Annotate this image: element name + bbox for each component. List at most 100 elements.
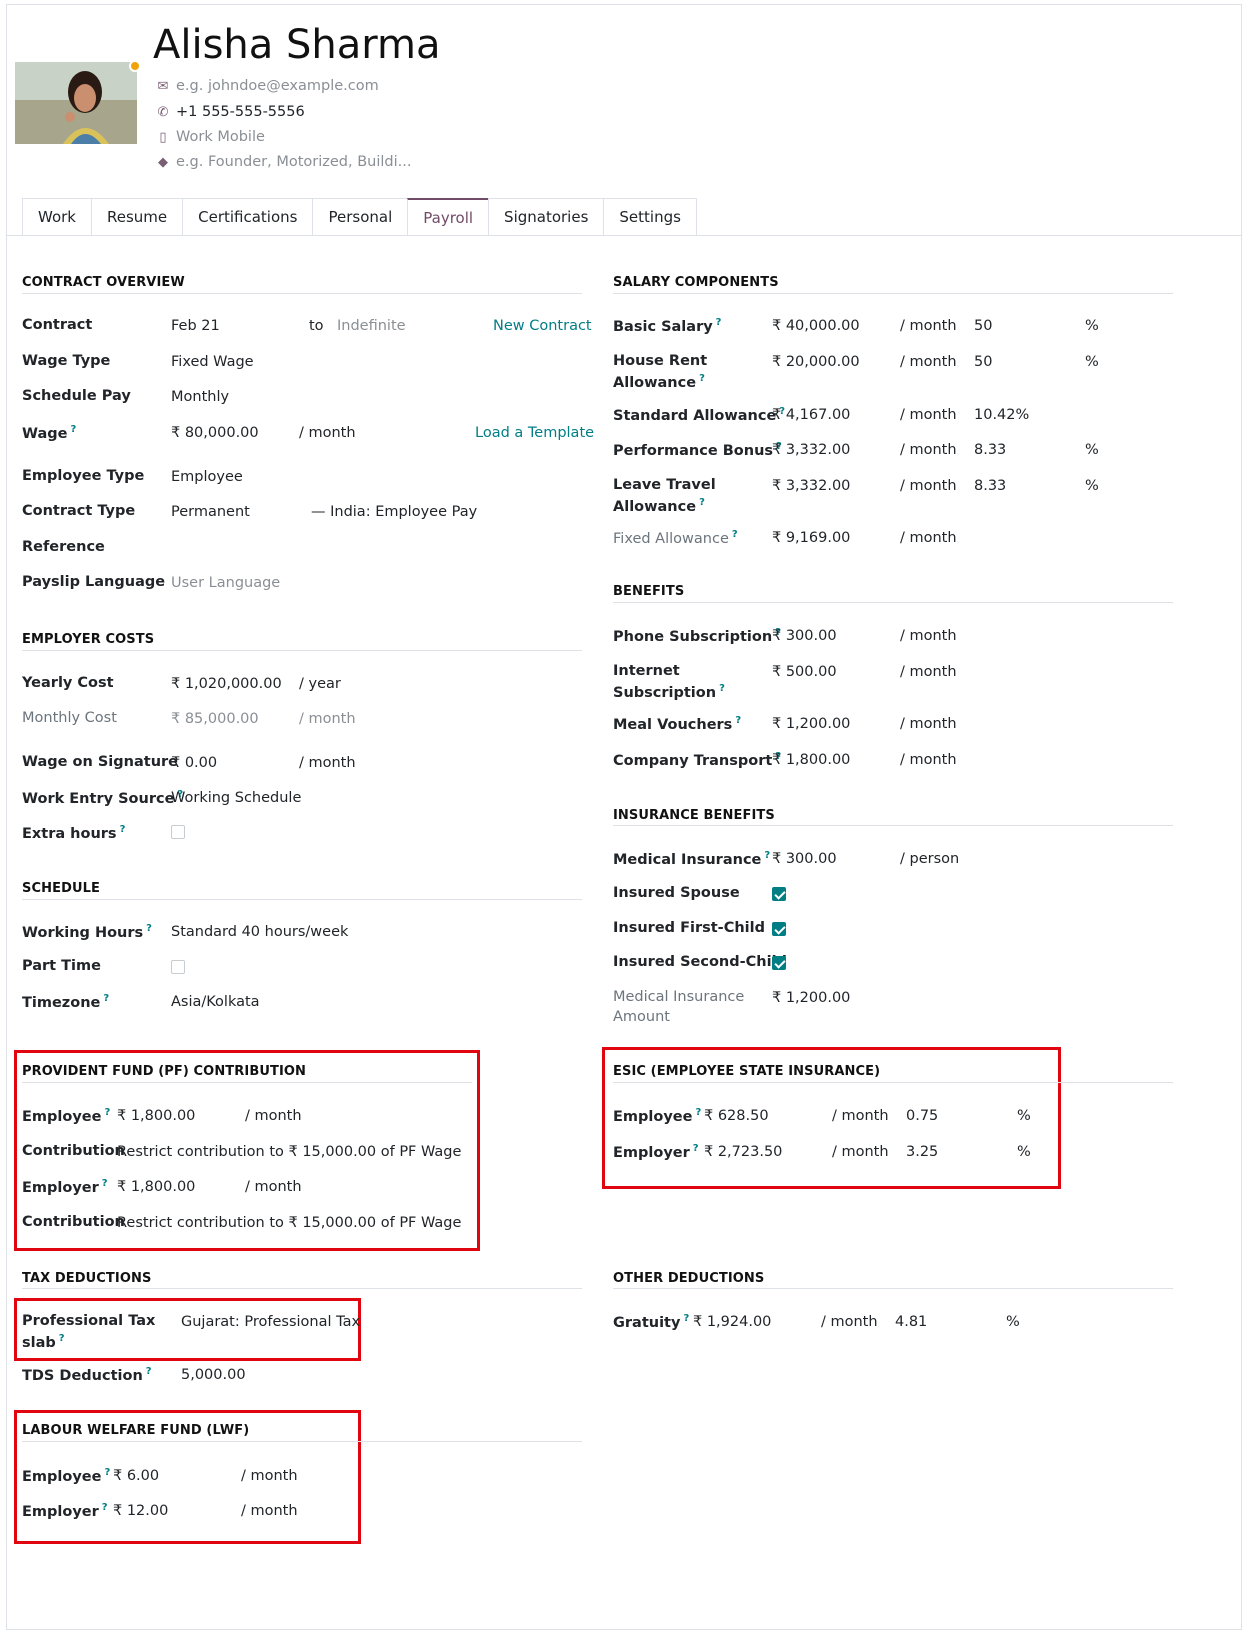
pf-employer-field[interactable]: ₹ 1,800.00	[117, 1179, 195, 1195]
contract-end-field[interactable]: Indefinite	[337, 318, 406, 334]
lwf-employee-field[interactable]: ₹ 6.00	[113, 1468, 159, 1484]
tab-resume[interactable]: Resume	[90, 198, 183, 236]
gratuity-field[interactable]: ₹ 1,924.00	[693, 1314, 771, 1330]
meal-vouchers-field[interactable]: ₹ 1,200.00	[772, 716, 850, 732]
help-icon[interactable]: ?	[70, 424, 76, 435]
help-icon[interactable]: ?	[104, 1107, 110, 1118]
lwf-employee-label: Employee?	[22, 1467, 111, 1485]
payslip-language-field[interactable]: User Language	[171, 575, 280, 591]
email-field[interactable]: ✉ e.g. johndoe@example.com	[155, 76, 379, 94]
work-entry-source-field[interactable]: Working Schedule	[171, 790, 301, 806]
help-icon[interactable]: ?	[683, 1313, 689, 1324]
pf-title: PROVIDENT FUND (PF) CONTRIBUTION	[22, 1064, 307, 1079]
wage-type-field[interactable]: Fixed Wage	[171, 354, 254, 370]
work-entry-source-label: Work Entry Source?	[22, 789, 184, 807]
help-icon[interactable]: ?	[699, 373, 705, 384]
wage-type-label: Wage Type	[22, 353, 111, 369]
tab-work[interactable]: Work	[22, 198, 91, 236]
help-icon[interactable]: ?	[735, 715, 741, 726]
house-rent-field[interactable]: ₹ 20,000.00	[772, 354, 860, 370]
help-icon[interactable]: ?	[764, 850, 770, 861]
phone-field[interactable]: ✆ +1 555-555-5556	[155, 102, 305, 120]
pf-contribution-field[interactable]: Restrict contribution to ₹ 15,000.00 of …	[117, 1144, 461, 1160]
timezone-field[interactable]: Asia/Kolkata	[171, 994, 260, 1010]
tab-personal[interactable]: Personal	[312, 198, 408, 236]
wage-field[interactable]: ₹ 80,000.00	[171, 425, 259, 441]
help-icon[interactable]: ?	[146, 923, 152, 934]
wage-on-signature-unit: / month	[299, 755, 356, 771]
medical-insurance-field[interactable]: ₹ 300.00	[772, 851, 837, 867]
new-contract-link[interactable]: New Contract	[493, 318, 592, 334]
tds-deduction-field[interactable]: 5,000.00	[181, 1367, 246, 1383]
pf-employer-contribution-field[interactable]: Restrict contribution to ₹ 15,000.00 of …	[117, 1215, 461, 1231]
professional-tax-field[interactable]: Gujarat: Professional Tax	[181, 1314, 360, 1330]
esic-employer-field[interactable]: ₹ 2,723.50	[704, 1144, 782, 1160]
help-icon[interactable]: ?	[102, 1502, 108, 1513]
working-hours-field[interactable]: Standard 40 hours/week	[171, 924, 348, 940]
esic-employee-field[interactable]: ₹ 628.50	[704, 1108, 769, 1124]
schedule-pay-field[interactable]: Monthly	[171, 389, 229, 405]
working-hours-label: Working Hours?	[22, 923, 152, 941]
tab-signatories[interactable]: Signatories	[488, 198, 604, 236]
esic-employer-rate[interactable]: 3.25	[906, 1144, 938, 1160]
phone-subscription-unit: / month	[900, 628, 957, 644]
help-icon[interactable]: ?	[146, 1366, 152, 1377]
reference-input[interactable]	[171, 535, 571, 557]
yearly-cost-field[interactable]: ₹ 1,020,000.00	[171, 676, 282, 692]
insured-first-child-label: Insured First-Child	[613, 920, 765, 936]
basic-salary-field[interactable]: ₹ 40,000.00	[772, 318, 860, 334]
insured-first-child-checkbox[interactable]	[772, 922, 786, 936]
lwf-employer-label: Employer?	[22, 1502, 108, 1520]
pf-employee-field[interactable]: ₹ 1,800.00	[117, 1108, 195, 1124]
help-icon[interactable]: ?	[103, 993, 109, 1004]
help-icon[interactable]: ?	[120, 824, 126, 835]
tags-field[interactable]: ◆ e.g. Founder, Motorized, Buildi...	[155, 152, 411, 170]
tab-payroll[interactable]: Payroll	[407, 198, 489, 236]
help-icon[interactable]: ?	[695, 1107, 701, 1118]
help-icon[interactable]: ?	[732, 529, 738, 540]
employee-avatar[interactable]	[15, 62, 137, 144]
esic-title: ESIC (EMPLOYEE STATE INSURANCE)	[613, 1064, 881, 1079]
part-time-checkbox[interactable]	[171, 960, 185, 974]
lwf-employer-field[interactable]: ₹ 12.00	[113, 1503, 168, 1519]
insured-second-child-checkbox[interactable]	[772, 956, 786, 970]
salary-structure-field[interactable]: — India: Employee Pay	[311, 504, 477, 520]
help-icon[interactable]: ?	[59, 1333, 65, 1344]
help-icon[interactable]: ?	[102, 1178, 108, 1189]
extra-hours-checkbox[interactable]	[171, 825, 185, 839]
help-icon[interactable]: ?	[699, 497, 705, 508]
standard-allowance-field[interactable]: ₹ 4,167.00	[772, 407, 850, 423]
contract-type-field[interactable]: Permanent	[171, 504, 250, 520]
phone-subscription-field[interactable]: ₹ 300.00	[772, 628, 837, 644]
tab-certifications[interactable]: Certifications	[182, 198, 313, 236]
leave-travel-rate[interactable]: 8.33	[974, 478, 1006, 494]
gratuity-rate[interactable]: 4.81	[895, 1314, 927, 1330]
lwf-employer-unit: / month	[241, 1503, 298, 1519]
employee-type-field[interactable]: Employee	[171, 469, 243, 485]
company-transport-field[interactable]: ₹ 1,800.00	[772, 752, 850, 768]
help-icon[interactable]: ?	[719, 683, 725, 694]
mobile-field[interactable]: ▯ Work Mobile	[155, 127, 264, 145]
internet-subscription-field[interactable]: ₹ 500.00	[772, 664, 837, 680]
lwf-employee-unit: / month	[241, 1468, 298, 1484]
help-icon[interactable]: ?	[693, 1143, 699, 1154]
timezone-label: Timezone?	[22, 993, 110, 1011]
help-icon[interactable]: ?	[716, 317, 722, 328]
employee-type-label: Employee Type	[22, 468, 145, 484]
contract-start-field[interactable]: Feb 21	[171, 318, 220, 334]
house-rent-rate[interactable]: 50	[974, 354, 992, 370]
tab-settings[interactable]: Settings	[603, 198, 697, 236]
insured-spouse-checkbox[interactable]	[772, 887, 786, 901]
insured-spouse-label: Insured Spouse	[613, 885, 740, 901]
load-template-link[interactable]: Load a Template	[475, 425, 594, 441]
esic-employee-rate[interactable]: 0.75	[906, 1108, 938, 1124]
help-icon[interactable]: ?	[104, 1467, 110, 1478]
contract-label: Contract	[22, 317, 93, 333]
performance-bonus-rate[interactable]: 8.33	[974, 442, 1006, 458]
leave-travel-field[interactable]: ₹ 3,332.00	[772, 478, 850, 494]
esic-employer-label: Employer?	[613, 1143, 699, 1161]
wage-on-signature-field[interactable]: ₹ 0.00	[171, 755, 217, 771]
performance-bonus-field[interactable]: ₹ 3,332.00	[772, 442, 850, 458]
employee-name[interactable]: Alisha Sharma	[153, 22, 440, 68]
basic-salary-rate[interactable]: 50	[974, 318, 992, 334]
